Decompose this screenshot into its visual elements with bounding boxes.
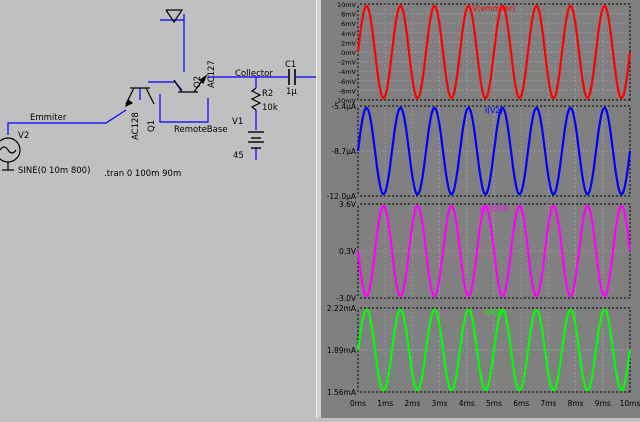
schematic-canvas[interactable]: Emmiter V2 SINE(0 10m 800) .tran 0 100m … bbox=[0, 0, 316, 418]
x-tick-label: 1ms bbox=[377, 399, 393, 408]
x-tick-label: 3ms bbox=[432, 399, 448, 408]
y-tick-label: 10mV bbox=[337, 1, 357, 9]
net-label-collector: Collector bbox=[235, 69, 273, 79]
y-tick-label: -8mV bbox=[339, 87, 357, 95]
r2-name-label: R2 bbox=[262, 89, 273, 99]
x-tick-label: 4ms bbox=[459, 399, 475, 408]
v2-name-label: V2 bbox=[18, 131, 29, 141]
y-tick-label: 8mV bbox=[341, 11, 356, 19]
y-tick-label: 1.89mA bbox=[327, 346, 357, 355]
y-tick-label: -5.4μA bbox=[331, 102, 356, 111]
y-tick-label: 2.22mA bbox=[327, 304, 357, 313]
x-tick-label: 2ms bbox=[404, 399, 420, 408]
waveform-pane-3[interactable]: 3.6V0.3V-3.0VV(n003) bbox=[336, 200, 632, 303]
wire-q1-collector-to-q2[interactable] bbox=[148, 81, 183, 91]
y-tick-label: -3.0V bbox=[336, 294, 357, 303]
x-tick-label: 10ms bbox=[620, 399, 640, 408]
waveform-viewer[interactable]: 10mV 8mV 6mV 4mV 2mV 0mV -2mV -4mV -6mV -8mV -10mV… bbox=[322, 0, 640, 418]
y-tick-label: -8.7μA bbox=[331, 147, 356, 156]
q1-name-label: Q1 bbox=[147, 120, 157, 132]
v2-value-label: SINE(0 10m 800) bbox=[18, 166, 90, 176]
c1-value-label: 1μ bbox=[286, 87, 297, 97]
q1-model-label: AC128 bbox=[131, 112, 141, 140]
v2-source-icon[interactable] bbox=[0, 137, 21, 171]
r2-resistor-icon[interactable] bbox=[250, 87, 262, 111]
x-tick-label: 8ms bbox=[568, 399, 584, 408]
q2-model-label: AC127 bbox=[207, 60, 217, 88]
x-axis: 0ms 1ms 2ms 3ms 4ms 5ms 6ms 7ms 8ms 9ms 10ms bbox=[350, 399, 640, 408]
net-label-remotebase: RemoteBase bbox=[174, 125, 228, 135]
y-tick-label: 1.56mA bbox=[327, 388, 357, 397]
y-tick-label: 2mV bbox=[341, 39, 356, 47]
y-tick-label: -6mV bbox=[339, 78, 357, 86]
y-tick-label: 0mV bbox=[341, 49, 356, 57]
trace-title[interactable]: V(emmiter) bbox=[473, 4, 516, 13]
y-tick-label: 4mV bbox=[341, 30, 356, 38]
tran-directive[interactable]: .tran 0 100m 90m bbox=[104, 169, 181, 179]
x-tick-label: 0ms bbox=[350, 399, 366, 408]
x-tick-label: 5ms bbox=[486, 399, 502, 408]
q2-name-label: Q2 bbox=[193, 76, 203, 88]
r2-value-label: 10k bbox=[262, 103, 278, 113]
x-tick-label: 6ms bbox=[513, 399, 529, 408]
y-tick-label: -2mV bbox=[339, 59, 357, 67]
c1-name-label: C1 bbox=[285, 60, 296, 70]
waveform-svg[interactable]: 10mV8mV6mV4mV2mV0mV-2mV-4mV-6mV-8mV-10mV… bbox=[322, 0, 640, 418]
y-tick-label: 0.3V bbox=[339, 247, 357, 256]
net-label-emmiter: Emmiter bbox=[30, 113, 67, 123]
wire-remotebase[interactable] bbox=[159, 94, 209, 123]
waveform-pane-2[interactable]: -5.4μA-8.7μA-12.0μAI(V2) bbox=[327, 102, 632, 201]
v1-value-label: 45 bbox=[233, 151, 244, 161]
x-tick-label: 7ms bbox=[540, 399, 556, 408]
c1-capacitor-icon[interactable] bbox=[288, 69, 296, 85]
schematic-svg[interactable]: Emmiter V2 SINE(0 10m 800) .tran 0 100m … bbox=[0, 0, 316, 418]
v1-battery-icon[interactable] bbox=[248, 131, 264, 149]
y-tick-label: 6mV bbox=[341, 20, 356, 28]
x-tick-label: 9ms bbox=[595, 399, 611, 408]
waveform-pane-4[interactable]: 2.22mA1.89mA1.56mAI(R2) bbox=[327, 304, 632, 397]
y-tick-label: -4mV bbox=[339, 68, 357, 76]
waveform-pane-1[interactable]: 10mV8mV6mV4mV2mV0mV-2mV-4mV-6mV-8mV-10mV… bbox=[335, 1, 632, 105]
y-tick-label: 3.6V bbox=[339, 200, 357, 209]
v1-name-label: V1 bbox=[232, 117, 243, 127]
